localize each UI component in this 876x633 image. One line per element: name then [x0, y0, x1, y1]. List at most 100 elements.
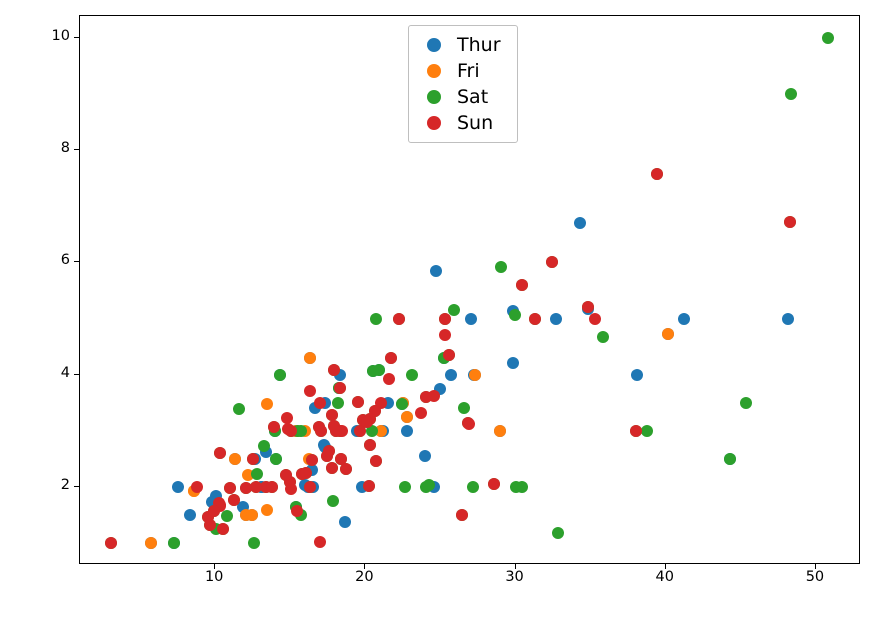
data-point [304, 385, 316, 397]
data-point [582, 301, 594, 313]
x-tick: 20 [334, 569, 394, 585]
data-point [172, 481, 184, 493]
data-point [280, 469, 292, 481]
data-point [385, 352, 397, 364]
x-tick: 30 [485, 569, 545, 585]
data-point [228, 494, 240, 506]
data-point [314, 397, 326, 409]
data-point [383, 373, 395, 385]
data-point [401, 425, 413, 437]
data-point [327, 495, 339, 507]
data-point [641, 425, 653, 437]
data-point [445, 369, 457, 381]
x-tick: 50 [785, 569, 845, 585]
data-point [439, 329, 451, 341]
data-point [516, 279, 528, 291]
data-point [785, 88, 797, 100]
data-point [430, 265, 442, 277]
data-point [370, 455, 382, 467]
data-point [291, 505, 303, 517]
data-point [469, 369, 481, 381]
legend-row: Thur [417, 32, 501, 58]
data-point [439, 313, 451, 325]
data-point [423, 479, 435, 491]
data-point [740, 397, 752, 409]
data-point [240, 482, 252, 494]
data-point [145, 537, 157, 549]
x-tick: 10 [184, 569, 244, 585]
data-point [782, 313, 794, 325]
data-point [168, 537, 180, 549]
data-point [204, 519, 216, 531]
data-point [214, 447, 226, 459]
data-point [364, 439, 376, 451]
data-point [443, 349, 455, 361]
data-point [328, 364, 340, 376]
data-point [285, 425, 297, 437]
data-point [401, 411, 413, 423]
data-point [529, 313, 541, 325]
data-point [396, 398, 408, 410]
data-point [233, 403, 245, 415]
data-point [281, 412, 293, 424]
legend-label: Thur [457, 34, 501, 56]
legend-marker-icon [427, 38, 441, 52]
legend-label: Fri [457, 60, 480, 82]
data-point [229, 453, 241, 465]
data-point [494, 425, 506, 437]
data-point [274, 369, 286, 381]
data-point [352, 396, 364, 408]
y-tick: 4 [30, 365, 70, 381]
data-point [510, 481, 522, 493]
legend-row: Sun [417, 110, 501, 136]
y-tick: 10 [30, 28, 70, 44]
data-point [208, 505, 220, 517]
data-point [247, 453, 259, 465]
data-point [300, 467, 312, 479]
data-point [315, 425, 327, 437]
data-point [419, 450, 431, 462]
data-point [678, 313, 690, 325]
data-point [448, 304, 460, 316]
legend: Thur Fri Sat Sun [408, 25, 518, 143]
legend-label: Sat [457, 86, 488, 108]
data-point [261, 398, 273, 410]
data-point [631, 369, 643, 381]
data-point [251, 468, 263, 480]
data-point [488, 478, 500, 490]
y-tick: 2 [30, 477, 70, 493]
data-point [406, 369, 418, 381]
data-point [597, 331, 609, 343]
data-point [552, 527, 564, 539]
data-point [589, 313, 601, 325]
data-point [314, 536, 326, 548]
data-point [184, 509, 196, 521]
data-point [370, 313, 382, 325]
data-point [246, 509, 258, 521]
data-point [546, 256, 558, 268]
data-point [456, 509, 468, 521]
data-point [306, 454, 318, 466]
data-point [261, 504, 273, 516]
data-point [393, 313, 405, 325]
data-point [465, 313, 477, 325]
data-point [328, 420, 340, 432]
data-point [574, 217, 586, 229]
data-point [339, 516, 351, 528]
data-point [367, 365, 379, 377]
data-point [420, 391, 432, 403]
data-point [550, 313, 562, 325]
data-point [334, 382, 346, 394]
legend-marker-icon [427, 116, 441, 130]
legend-marker-icon [427, 90, 441, 104]
legend-label: Sun [457, 112, 493, 134]
data-point [258, 440, 270, 452]
legend-row: Sat [417, 84, 501, 110]
data-point [323, 445, 335, 457]
data-point [509, 309, 521, 321]
data-point [105, 537, 117, 549]
data-point [399, 481, 411, 493]
data-point [495, 261, 507, 273]
data-point [507, 357, 519, 369]
data-point [630, 425, 642, 437]
